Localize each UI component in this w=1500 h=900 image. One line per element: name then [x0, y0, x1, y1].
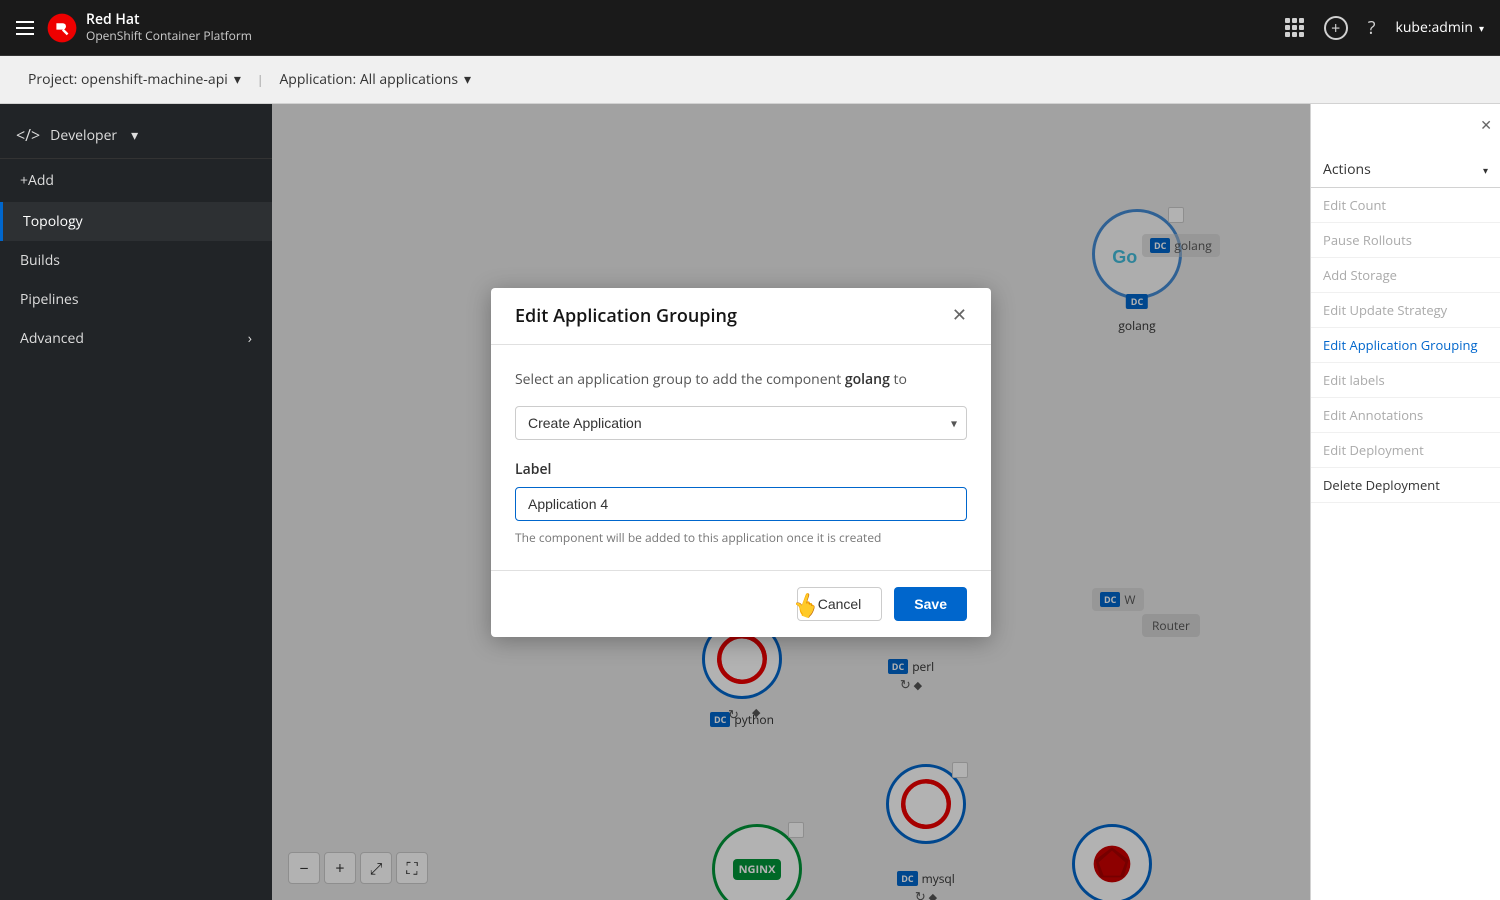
top-nav: Red Hat OpenShift Container Platform + ?…	[0, 0, 1500, 56]
edit-application-grouping-modal: Edit Application Grouping ✕ Select an ap…	[491, 288, 991, 637]
perspective-label: Developer	[50, 126, 117, 145]
code-icon: </>	[16, 124, 40, 146]
cancel-button[interactable]: Cancel	[797, 587, 883, 621]
pipelines-label: Pipelines	[20, 290, 79, 309]
redhat-logo	[46, 12, 78, 44]
context-separator: |	[257, 71, 264, 88]
modal-title: Edit Application Grouping	[515, 304, 737, 328]
modal-description: Select an application group to add the c…	[515, 369, 967, 390]
advanced-label: Advanced	[20, 329, 84, 348]
sidebar: </> Developer ▾ +Add Topology Builds Pip…	[0, 104, 272, 900]
main-layout: </> Developer ▾ +Add Topology Builds Pip…	[0, 104, 1500, 900]
modal-component-name: golang	[845, 370, 890, 389]
modal-dropdown-wrapper: Create Application ▾	[515, 406, 967, 440]
action-edit-deployment[interactable]: Edit Deployment	[1311, 433, 1500, 468]
project-selector[interactable]: Project: openshift-machine-api ▾	[20, 66, 249, 93]
right-panel-header: Actions ▾	[1311, 152, 1500, 188]
action-edit-count[interactable]: Edit Count	[1311, 188, 1500, 223]
advanced-arrow-icon: ›	[248, 329, 252, 348]
modal-header: Edit Application Grouping ✕	[491, 288, 991, 345]
sidebar-item-advanced[interactable]: Advanced ›	[0, 319, 272, 358]
user-caret-icon: ▾	[1479, 21, 1484, 35]
modal-overlay: Edit Application Grouping ✕ Select an ap…	[272, 104, 1310, 900]
help-icon[interactable]: ?	[1368, 16, 1376, 40]
sidebar-item-topology[interactable]: Topology	[0, 202, 272, 241]
grid-icon[interactable]	[1285, 18, 1304, 37]
modal-body: Select an application group to add the c…	[491, 345, 991, 570]
modal-hint: The component will be added to this appl…	[515, 529, 967, 546]
sidebar-item-builds[interactable]: Builds	[0, 241, 272, 280]
action-delete-deployment[interactable]: Delete Deployment	[1311, 468, 1500, 503]
user-name: kube:admin	[1395, 18, 1472, 37]
modal-desc-suffix: to	[890, 370, 907, 389]
perspective-switcher[interactable]: </> Developer ▾	[0, 112, 272, 159]
user-menu[interactable]: kube:admin ▾	[1395, 18, 1484, 37]
add-label: +Add	[20, 171, 54, 190]
topology-canvas[interactable]: Go DC ⧉ golang	[272, 104, 1310, 900]
actions-title: Actions	[1323, 160, 1371, 179]
action-pause-rollouts[interactable]: Pause Rollouts	[1311, 223, 1500, 258]
project-label: Project: openshift-machine-api	[28, 70, 228, 89]
sidebar-item-pipelines[interactable]: Pipelines	[0, 280, 272, 319]
modal-close-button[interactable]: ✕	[952, 305, 967, 326]
save-button[interactable]: Save	[894, 587, 967, 621]
brand: Red Hat OpenShift Container Platform	[46, 12, 252, 44]
brand-text: Red Hat OpenShift Container Platform	[86, 12, 252, 43]
action-edit-labels[interactable]: Edit labels	[1311, 363, 1500, 398]
project-caret-icon: ▾	[234, 70, 241, 89]
label-field-label: Label	[515, 460, 967, 479]
label-input[interactable]	[515, 487, 967, 521]
hamburger-menu[interactable]	[16, 21, 34, 35]
application-group-select[interactable]: Create Application	[515, 406, 967, 440]
modal-desc-prefix: Select an application group to add the c…	[515, 370, 845, 389]
add-icon[interactable]: +	[1324, 16, 1348, 40]
topology-label: Topology	[23, 212, 83, 231]
actions-caret-icon[interactable]: ▾	[1483, 163, 1488, 177]
application-label: Application: All applications	[279, 70, 458, 89]
top-nav-right: + ? kube:admin ▾	[1285, 16, 1484, 40]
context-bar: Project: openshift-machine-api ▾ | Appli…	[0, 56, 1500, 104]
application-selector[interactable]: Application: All applications ▾	[271, 66, 479, 93]
application-caret-icon: ▾	[464, 70, 471, 89]
action-edit-annotations[interactable]: Edit Annotations	[1311, 398, 1500, 433]
modal-footer: Cancel Save	[491, 570, 991, 637]
sidebar-add-item[interactable]: +Add	[0, 159, 272, 202]
perspective-caret: ▾	[131, 126, 138, 145]
builds-label: Builds	[20, 251, 60, 270]
brand-subtitle: OpenShift Container Platform	[86, 29, 252, 43]
action-add-storage[interactable]: Add Storage	[1311, 258, 1500, 293]
action-edit-application-grouping[interactable]: Edit Application Grouping	[1311, 328, 1500, 363]
action-edit-update-strategy[interactable]: Edit Update Strategy	[1311, 293, 1500, 328]
right-panel: ✕ Actions ▾ Edit Count Pause Rollouts Ad…	[1310, 104, 1500, 900]
panel-close-x[interactable]: ✕	[1472, 112, 1500, 139]
